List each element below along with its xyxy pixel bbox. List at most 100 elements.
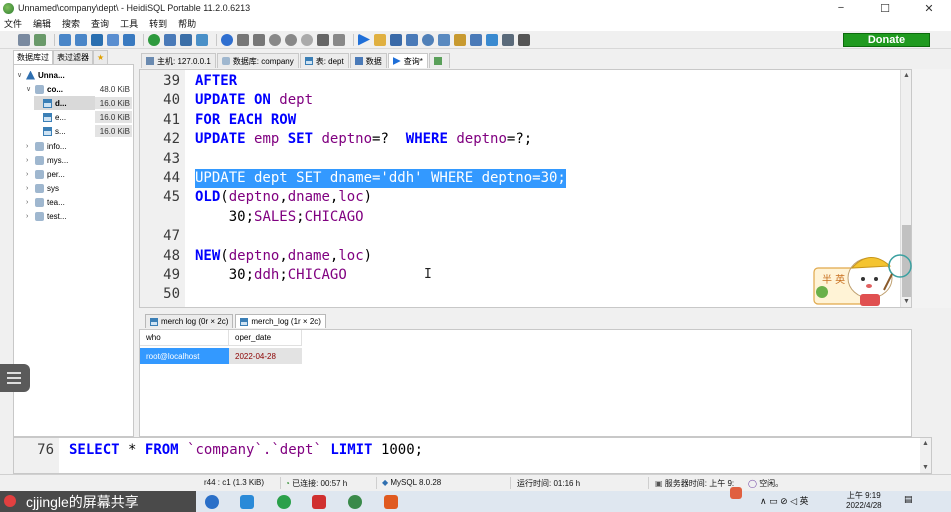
redo-icon[interactable] [123,33,135,46]
insert-icon[interactable] [269,33,281,46]
first-icon[interactable] [237,33,249,46]
last-icon[interactable] [253,33,265,46]
new-query-tab-button[interactable] [428,53,450,68]
tree-node-perf[interactable]: › per... [26,167,65,181]
add-icon[interactable] [148,33,160,46]
donate-button[interactable]: Donate [843,33,930,47]
menu-tools[interactable]: 工具 [120,17,138,30]
save-sql-icon[interactable] [390,33,402,46]
post-icon[interactable] [301,33,313,46]
wrap-icon[interactable] [486,33,498,46]
exit-icon[interactable] [518,33,530,46]
tree-node-mysql[interactable]: › mys... [26,153,68,167]
cancel-icon[interactable] [317,33,329,46]
favorites-star-icon[interactable]: ★ [93,50,109,64]
scroll-down-icon[interactable]: ▼ [920,462,931,473]
scroll-up-icon[interactable]: ▲ [920,438,931,449]
export-icon[interactable] [180,33,192,46]
tree-node-info[interactable]: › info... [26,139,67,153]
menu-edit[interactable]: 编辑 [33,17,51,30]
code-line[interactable]: 30;SALES;CHICAGO [140,208,911,227]
tree-node-tea[interactable]: › tea... [26,195,65,209]
code-line[interactable]: 44 UPDATE dept SET dname='ddh' WHERE dept… [140,169,911,189]
sql-log[interactable]: 76 SELECT * FROM `company`.`dept` LIMIT … [13,437,932,474]
tree-node-session[interactable]: ∨ Unna... [17,68,65,82]
result-grid[interactable]: who oper_date root@localhost 2022-04-28 [139,329,912,437]
wps-icon[interactable] [312,495,326,509]
code-line[interactable]: 45 OLD(deptno,dname,loc) [140,188,911,207]
tree-node-dept[interactable]: d... [34,96,95,110]
code-line[interactable]: 41 FOR EACH ROW [140,111,911,130]
code-line[interactable]: 40 UPDATE ON dept [140,91,911,110]
clock[interactable]: 上午 9:19 2022/4/28 [846,491,882,511]
undo-icon[interactable] [107,33,119,46]
connect-icon[interactable] [18,33,30,46]
tab-host[interactable]: 主机: 127.0.0.1 [141,53,216,68]
log-scrollbar[interactable]: ▲ ▼ [920,438,931,473]
tab-data[interactable]: 数据 [349,53,387,68]
edge-icon[interactable] [205,495,219,509]
print-icon[interactable] [406,33,418,46]
input-method-icon[interactable] [730,487,742,499]
paste-icon[interactable] [75,33,87,46]
cell-oper-date[interactable]: 2022-04-28 [229,348,302,364]
cell-who[interactable]: root@localhost [140,348,229,364]
tree-node-sys[interactable]: › sys [26,181,59,195]
tree-node-s[interactable]: s... [34,124,66,138]
close-button[interactable]: ✕ [907,0,951,16]
scroll-up-icon[interactable]: ▲ [901,70,911,81]
heidisql-taskbar-icon[interactable] [348,495,362,509]
tree-node-test[interactable]: › test... [26,209,67,223]
tab-query[interactable]: 查询* [387,53,428,68]
save-icon[interactable] [91,33,103,46]
menu-search[interactable]: 搜索 [62,17,80,30]
tree-node-emp[interactable]: e... [34,110,66,124]
run-icon[interactable] [358,33,370,46]
refresh-icon[interactable] [333,33,345,46]
database-icon [35,183,44,193]
replace-icon[interactable] [438,33,450,46]
format-icon[interactable] [454,33,466,46]
column-header-oper-date[interactable]: oper_date [229,330,302,346]
column-header-who[interactable]: who [140,330,229,346]
maximize-button[interactable]: ☐ [863,0,907,16]
result-tab-1[interactable]: merch log (0r × 2c) [145,314,234,328]
code-line[interactable]: 43 [140,150,911,169]
tray-icons[interactable]: ∧ ▭ ⊘ ◁ 英 [760,494,809,507]
menu-help[interactable]: 帮助 [178,17,196,30]
settings-icon[interactable] [502,33,514,46]
code-line[interactable]: 49 30;ddh;CHICAGO [140,266,911,285]
notification-icon[interactable]: ▤ [904,494,913,505]
help-icon[interactable] [221,33,233,46]
table-row[interactable]: root@localhost 2022-04-28 [140,348,302,364]
delete-icon[interactable] [285,33,297,46]
code-line[interactable]: 47 [140,227,911,246]
menu-file[interactable]: 文件 [4,17,22,30]
binary-icon[interactable] [470,33,482,46]
copy-icon[interactable] [59,33,71,46]
open-folder-icon[interactable] [374,33,386,46]
feishu-icon[interactable] [240,495,254,509]
tab-table-filter[interactable]: 表过滤器 [53,50,93,64]
table-icon [240,317,249,326]
code-line[interactable]: 39 AFTER [140,72,911,91]
table-icon[interactable] [164,33,176,46]
floating-menu-button[interactable] [0,364,30,392]
menu-goto[interactable]: 转到 [149,17,167,30]
wechat-icon[interactable] [277,495,291,509]
find-icon[interactable] [422,33,434,46]
sql-editor[interactable]: 39 AFTER 40 UPDATE ON dept 41 FOR EACH ROW 42 U… [139,69,912,308]
screen-share-indicator[interactable]: cjjingle的屏幕共享 [0,491,196,512]
result-tab-2[interactable]: merch_log (1r × 2c) [235,314,326,328]
player-icon[interactable] [384,495,398,509]
menu-query[interactable]: 查询 [91,17,109,30]
code-line[interactable]: 48 NEW(deptno,dname,loc) [140,247,911,266]
tab-database-filter[interactable]: 数据库过 [13,50,53,64]
code-line[interactable]: 50 [140,285,911,304]
code-line[interactable]: 42 UPDATE emp SET deptno=? WHERE deptno=?… [140,130,911,149]
tab-database[interactable]: 数据库: company [216,53,299,68]
disconnect-icon[interactable] [34,33,46,46]
tab-table[interactable]: 表: dept [299,53,349,68]
minimize-button[interactable]: − [819,0,863,16]
sync-icon[interactable] [196,33,208,46]
